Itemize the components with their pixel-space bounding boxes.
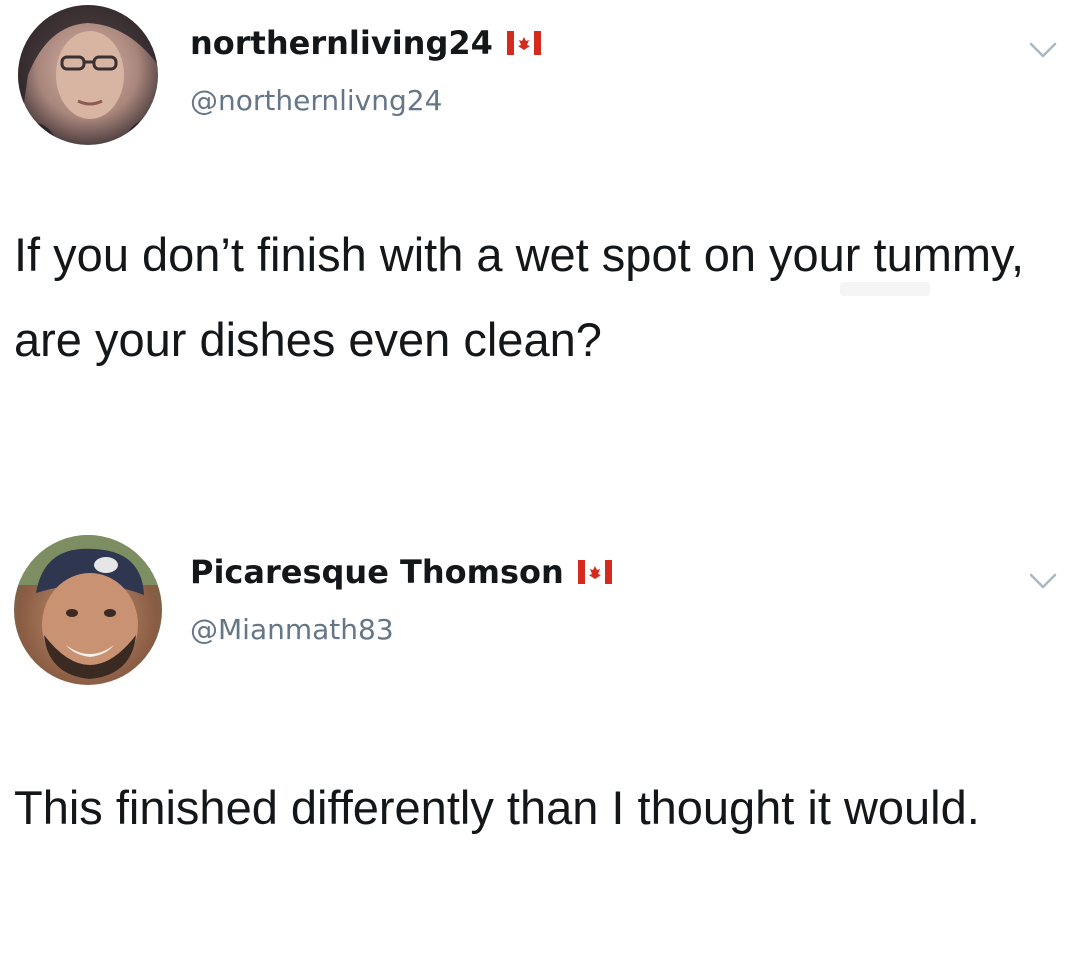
display-name-label[interactable]: northernliving24 [190,24,493,62]
user-handle[interactable]: @northernlivng24 [190,84,442,117]
canada-flag-icon [506,31,541,55]
tweet-reply[interactable]: Picaresque Thomson @Mianmath83 This fini… [0,515,1080,965]
user-avatar-man-cap-icon [14,535,162,685]
watermark-icon [840,282,930,296]
display-name-label[interactable]: Picaresque Thomson [190,553,564,591]
chevron-down-icon[interactable] [1028,40,1058,60]
canada-flag-icon [577,560,612,584]
display-name[interactable]: northernliving24 [190,24,541,62]
user-handle[interactable]: @Mianmath83 [190,613,394,646]
chevron-down-icon[interactable] [1028,571,1058,591]
tweet-text: This finished differently than I thought… [14,781,980,834]
display-name[interactable]: Picaresque Thomson [190,553,612,591]
avatar[interactable] [18,5,158,145]
avatar[interactable] [14,535,162,685]
user-avatar-woman-icon [18,5,158,145]
tweet-original[interactable]: northernliving24 @northernlivng24 If you… [0,0,1080,500]
